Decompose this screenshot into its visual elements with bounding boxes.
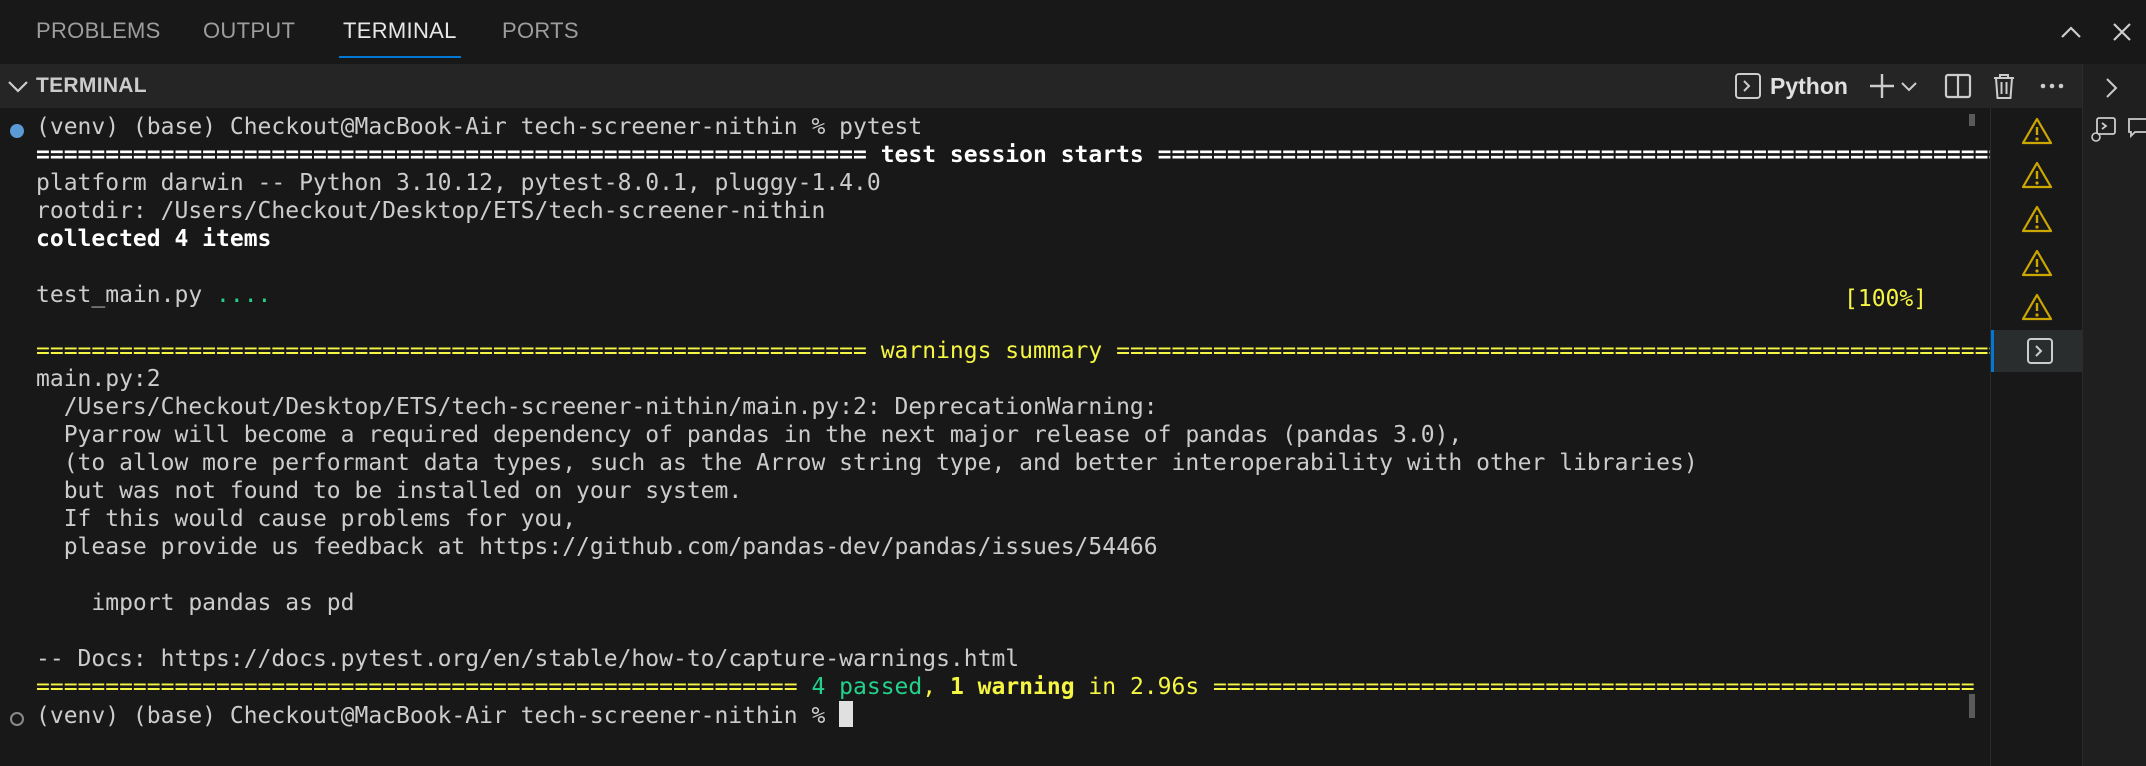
terminal-line: import pandas as pd: [36, 589, 2072, 617]
tab-ports[interactable]: PORTS: [502, 0, 579, 64]
terminal-section-title: TERMINAL: [36, 74, 147, 97]
terminal-text-segment: rootdir: /Users/Checkout/Desktop/ETS/tec…: [36, 198, 826, 224]
terminal-instance-item[interactable]: [1991, 330, 2086, 372]
terminal-warning-item[interactable]: [1991, 198, 2083, 240]
scrollbar-marker-top[interactable]: [1969, 114, 1975, 126]
chevron-down-icon[interactable]: [4, 72, 32, 100]
terminal-text-segment: in 2.96s: [1074, 674, 1200, 700]
terminal-line: If this would cause problems for you,: [36, 505, 2072, 533]
terminal-text-segment: test_main.py: [36, 282, 217, 308]
terminal-text-segment: ....: [216, 282, 272, 308]
terminal-text-segment: Pyarrow will become a required dependenc…: [36, 422, 1463, 448]
terminal-text-segment: /Users/Checkout/Desktop/ETS/tech-screene…: [36, 394, 1158, 420]
terminal-text-segment: ========================================…: [36, 674, 812, 700]
trash-icon[interactable]: [1988, 70, 2020, 102]
terminal-line: collected 4 items: [36, 225, 2072, 253]
terminal-section-header: TERMINAL Python: [0, 64, 2146, 108]
terminal-line: (to allow more performant data types, su…: [36, 449, 2072, 477]
terminal-text-segment: -- Docs: https://docs.pytest.org/en/stab…: [36, 646, 1020, 672]
tab-output[interactable]: OUTPUT: [203, 0, 295, 64]
progress-percentage: [100%]: [1844, 286, 1928, 312]
split-terminal-icon[interactable]: [1942, 70, 1974, 102]
terminal-text-segment: ========================================…: [1199, 674, 1975, 700]
chevron-right-icon[interactable]: [2097, 74, 2125, 102]
terminal-warning-item[interactable]: [1991, 286, 2083, 328]
chevron-down-icon[interactable]: [1898, 70, 1920, 102]
terminal-line: (venv) (base) Checkout@MacBook-Air tech-…: [36, 701, 2072, 729]
terminal-profile-name[interactable]: Python: [1770, 64, 1848, 108]
terminal-text-segment: ========================================…: [36, 338, 881, 364]
terminal-warning-item[interactable]: [1991, 154, 2083, 196]
terminal-text-segment: please provide us feedback at https://gi…: [36, 534, 1158, 560]
terminal-line: ========================================…: [36, 673, 2072, 701]
terminal-line: /Users/Checkout/Desktop/ETS/tech-screene…: [36, 393, 2072, 421]
terminal-text-segment: If this would cause problems for you,: [36, 506, 577, 532]
terminal-line: platform darwin -- Python 3.10.12, pytes…: [36, 169, 2072, 197]
debug-console-icon[interactable]: [2089, 114, 2119, 144]
terminal-text-segment: (venv) (base) Checkout@MacBook-Air tech-…: [36, 703, 840, 729]
terminal-cursor: [839, 701, 854, 727]
terminal-text-segment: ,: [922, 674, 950, 700]
tab-problems[interactable]: PROBLEMS: [36, 0, 161, 64]
scrollbar-thumb[interactable]: [1969, 694, 1975, 718]
terminal-text-segment: ========================================…: [1143, 142, 2072, 168]
terminal-text-segment: platform darwin -- Python 3.10.12, pytes…: [36, 170, 881, 196]
terminal-text-segment: 1 warning: [949, 674, 1075, 700]
terminal-line: (venv) (base) Checkout@MacBook-Air tech-…: [36, 113, 2072, 141]
command-decoration-success-icon[interactable]: [10, 124, 24, 138]
more-actions-icon[interactable]: [2036, 70, 2068, 102]
secondary-side-strip: [2082, 64, 2146, 766]
terminal-warning-item[interactable]: [1991, 110, 2083, 152]
terminal-profile-icon[interactable]: [1732, 70, 1764, 102]
terminal-text-segment: warnings summary: [880, 338, 1103, 364]
terminal-text-segment: import pandas as pd: [36, 590, 355, 616]
close-panel-icon[interactable]: [2106, 16, 2138, 48]
comment-icon[interactable]: [2125, 114, 2146, 144]
terminal-line: main.py:2: [36, 365, 2072, 393]
command-decoration-pending-icon[interactable]: [10, 712, 24, 726]
terminal-text-segment: but was not found to be installed on you…: [36, 478, 743, 504]
panel-tab-bar: PROBLEMS OUTPUT TERMINAL PORTS: [0, 0, 2146, 64]
terminal-text-segment: main.py:2: [36, 366, 161, 392]
new-terminal-icon[interactable]: [1866, 70, 1898, 102]
terminal-line: -- Docs: https://docs.pytest.org/en/stab…: [36, 645, 2072, 673]
terminal-text-segment: (venv) (base) Checkout@MacBook-Air tech-…: [36, 114, 923, 140]
terminal-line: please provide us feedback at https://gi…: [36, 533, 2072, 561]
terminal-line: test_main.py ....: [36, 281, 2072, 309]
terminal-text-segment: collected 4 items: [36, 226, 272, 252]
terminal-text-segment: ========================================…: [36, 142, 881, 168]
tab-terminal[interactable]: TERMINAL: [339, 0, 461, 64]
terminal-line: Pyarrow will become a required dependenc…: [36, 421, 2072, 449]
terminal-text-segment: test session starts: [880, 142, 1144, 168]
terminal-line: ========================================…: [36, 141, 2072, 169]
terminal-text: (venv) (base) Checkout@MacBook-Air tech-…: [36, 113, 2072, 729]
terminal-text-segment: (to allow more performant data types, su…: [36, 450, 1698, 476]
terminal-text-segment: ========================================…: [1102, 338, 2044, 364]
terminal-line: rootdir: /Users/Checkout/Desktop/ETS/tec…: [36, 197, 2072, 225]
maximize-panel-icon[interactable]: [2055, 16, 2087, 48]
terminal-warning-item[interactable]: [1991, 242, 2083, 284]
terminal-line: but was not found to be installed on you…: [36, 477, 2072, 505]
terminal-output[interactable]: (venv) (base) Checkout@MacBook-Air tech-…: [0, 108, 2072, 766]
terminal-line: ========================================…: [36, 337, 2072, 365]
terminal-tabs-list: [1990, 108, 2086, 766]
terminal-text-segment: 4 passed: [811, 674, 923, 700]
